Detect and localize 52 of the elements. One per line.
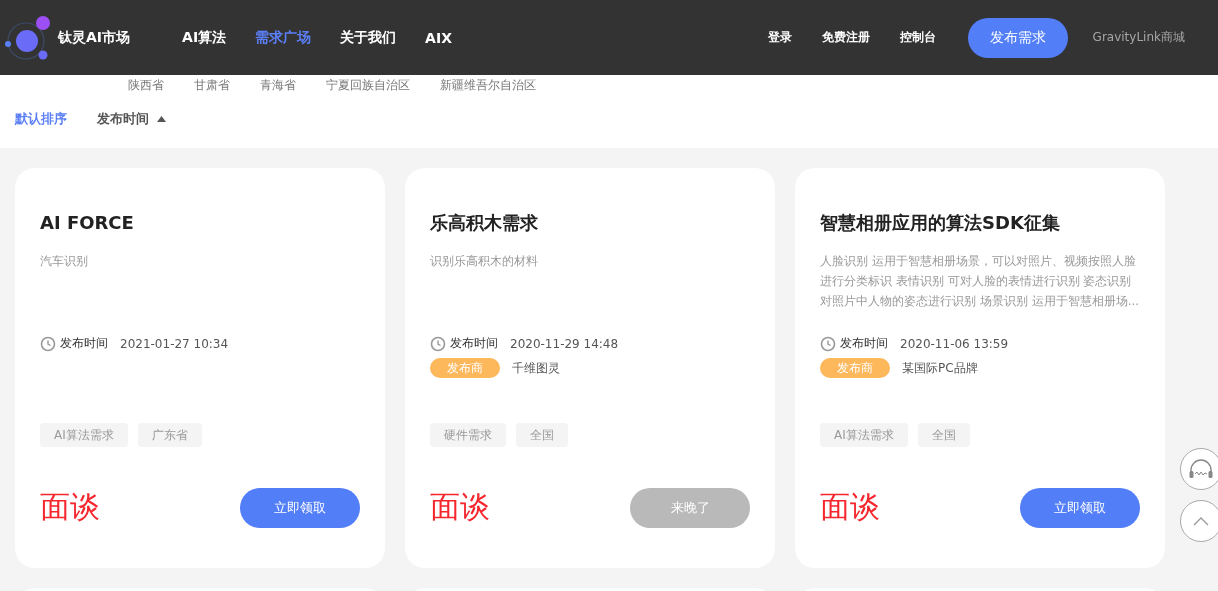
back-to-top-button[interactable] bbox=[1180, 500, 1218, 542]
card-title: 智慧相册应用的算法SDK征集 bbox=[820, 211, 1061, 235]
region-filter[interactable]: 青海省 bbox=[260, 77, 296, 97]
publisher-badge: 发布商 bbox=[820, 358, 890, 378]
clock-icon bbox=[40, 335, 56, 352]
nav-link[interactable]: AIX bbox=[425, 29, 452, 46]
publish-button[interactable]: 发布需求 bbox=[967, 17, 1068, 58]
sort-option[interactable]: 默认排序 bbox=[15, 110, 67, 128]
tag: AI算法需求 bbox=[40, 423, 128, 447]
tag: 硬件需求 bbox=[430, 423, 506, 447]
publisher-name: 千维图灵 bbox=[512, 359, 560, 377]
region-filter[interactable]: 甘肃省 bbox=[194, 77, 230, 97]
claim-button[interactable]: 立即领取 bbox=[240, 487, 360, 528]
account-link[interactable]: 登录 bbox=[767, 29, 792, 46]
sort-option[interactable]: 发布时间 bbox=[97, 110, 166, 128]
card-title: AI FORCE bbox=[40, 211, 135, 235]
price: 面谈 bbox=[40, 488, 100, 526]
time-label: 发布时间 bbox=[60, 335, 108, 352]
account-link[interactable]: 免费注册 bbox=[821, 29, 870, 46]
nav-link[interactable]: AI算法 bbox=[182, 28, 227, 47]
card-description: 识别乐高积木的材料 bbox=[430, 253, 539, 270]
publish-time: 2020-11-29 14:48 bbox=[510, 336, 619, 351]
tag: 广东省 bbox=[137, 423, 202, 447]
time-label: 发布时间 bbox=[840, 335, 888, 352]
nav-link[interactable]: 需求广场 bbox=[255, 28, 312, 47]
store-link[interactable]: GravityLink商城 bbox=[1092, 29, 1185, 46]
region-filter[interactable]: 宁夏回族自治区 bbox=[326, 77, 410, 97]
card-description: 人脸识别 运用于智慧相册场景，可以对照片、视频按照人脸进行分类标识 表情识别 可对人脸的表情进行识别 姿态识别对照片中人物的姿态进行识别 场景识别 运用于智慧相册场... bbox=[820, 253, 1140, 310]
region-filter[interactable]: 陕西省 bbox=[128, 77, 164, 97]
time-label: 发布时间 bbox=[450, 335, 498, 352]
logo-icon bbox=[4, 13, 52, 62]
card-description: 汽车识别 bbox=[40, 253, 89, 270]
price: 面谈 bbox=[430, 488, 490, 526]
publish-time: 2020-11-06 13:59 bbox=[900, 336, 1009, 351]
tag: 全国 bbox=[917, 423, 970, 447]
clock-icon bbox=[430, 335, 446, 352]
claim-button[interactable]: 立即领取 bbox=[1020, 487, 1140, 528]
headset-icon bbox=[1188, 458, 1214, 480]
price: 面谈 bbox=[820, 488, 880, 526]
support-button[interactable] bbox=[1180, 448, 1218, 490]
account-link[interactable]: 控制台 bbox=[899, 29, 936, 46]
tag: AI算法需求 bbox=[820, 423, 908, 447]
tag: 全国 bbox=[516, 423, 568, 447]
nav-link[interactable]: 关于我们 bbox=[340, 28, 397, 47]
publish-time: 2021-01-27 10:34 bbox=[120, 336, 229, 351]
publisher-name: 某国际PC品牌 bbox=[902, 359, 978, 377]
brand-name: 钛灵AI市场 bbox=[58, 28, 131, 47]
region-filter[interactable]: 新疆维吾尔自治区 bbox=[440, 77, 536, 97]
chevron-up-icon bbox=[1193, 516, 1209, 526]
clock-icon bbox=[820, 335, 836, 352]
card-title: 乐高积木需求 bbox=[430, 211, 539, 235]
publisher-badge: 发布商 bbox=[430, 358, 500, 378]
